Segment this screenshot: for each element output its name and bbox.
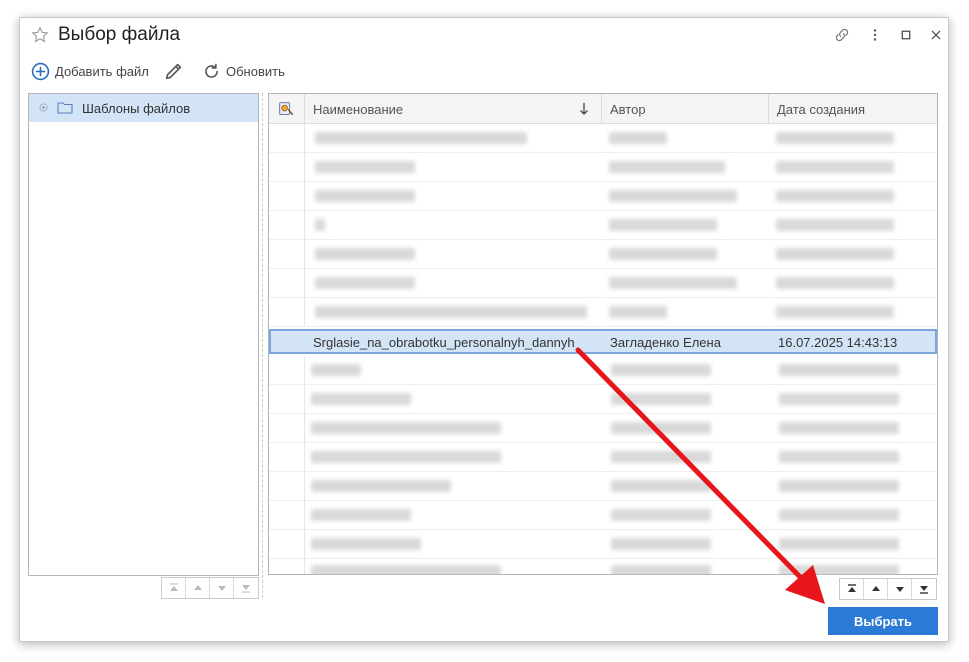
last-icon[interactable]	[234, 578, 258, 598]
cell-author: Загладенко Елена	[610, 335, 721, 350]
select-button[interactable]: Выбрать	[828, 607, 938, 635]
table-row[interactable]	[269, 182, 937, 211]
table-row[interactable]	[269, 414, 937, 443]
column-header-author[interactable]: Автор	[602, 94, 769, 124]
toolbar: Добавить файл Обновить	[20, 58, 948, 84]
refresh-button[interactable]: Обновить	[202, 58, 285, 84]
up-icon[interactable]	[864, 579, 888, 599]
more-icon[interactable]	[866, 26, 884, 44]
add-icon	[31, 62, 50, 80]
pencil-icon	[165, 63, 182, 80]
title-bar: Выбор файла	[20, 18, 948, 54]
table-row[interactable]	[269, 153, 937, 182]
up-icon[interactable]	[186, 578, 210, 598]
file-picker-dialog: Выбор файла Добавить файл Обновить Шабло…	[19, 17, 949, 642]
down-icon[interactable]	[888, 579, 912, 599]
close-icon[interactable]	[927, 26, 945, 44]
table-header: Наименование Автор Дата создания	[269, 94, 937, 124]
tree-item-label: Шаблоны файлов	[82, 101, 191, 116]
table-row-selected[interactable]: Srglasie_na_obrabotku_personalnyh_dannyh…	[269, 329, 937, 354]
cell-name: Srglasie_na_obrabotku_personalnyh_dannyh	[313, 335, 575, 350]
edit-button[interactable]	[163, 58, 190, 84]
expand-icon[interactable]	[39, 103, 48, 112]
tree-item-file-templates[interactable]: Шаблоны файлов	[29, 94, 258, 122]
table-row[interactable]	[269, 124, 937, 153]
first-icon[interactable]	[162, 578, 186, 598]
table-row[interactable]	[269, 240, 937, 269]
panel-splitter[interactable]	[262, 93, 263, 598]
table-row[interactable]	[269, 501, 937, 530]
file-settings-icon	[279, 102, 294, 116]
link-icon[interactable]	[833, 26, 851, 44]
table-row[interactable]	[269, 269, 937, 298]
dialog-title: Выбор файла	[58, 24, 181, 45]
icon-column-header[interactable]	[269, 94, 305, 124]
table-row[interactable]	[269, 559, 937, 574]
table-row[interactable]	[269, 298, 937, 327]
table-row[interactable]	[269, 356, 937, 385]
table-row[interactable]	[269, 472, 937, 501]
tree-nav	[161, 577, 259, 599]
first-icon[interactable]	[840, 579, 864, 599]
table-row[interactable]	[269, 530, 937, 559]
files-table: Наименование Автор Дата создания Srglasi…	[268, 93, 938, 575]
column-header-name[interactable]: Наименование	[305, 94, 602, 124]
maximize-icon[interactable]	[897, 26, 915, 44]
star-icon[interactable]	[30, 25, 50, 45]
add-file-label: Добавить файл	[55, 63, 149, 79]
down-icon[interactable]	[210, 578, 234, 598]
refresh-label: Обновить	[226, 63, 285, 79]
refresh-icon	[205, 63, 218, 78]
cell-created: 16.07.2025 14:43:13	[778, 335, 898, 350]
last-icon[interactable]	[912, 579, 936, 599]
column-header-created[interactable]: Дата создания	[769, 94, 937, 124]
folder-tree: Шаблоны файлов	[28, 93, 259, 576]
folder-icon	[57, 102, 73, 114]
table-row[interactable]	[269, 443, 937, 472]
table-row[interactable]	[269, 211, 937, 240]
add-file-button[interactable]: Добавить файл	[31, 58, 149, 84]
table-row[interactable]	[269, 385, 937, 414]
table-nav	[839, 578, 937, 600]
sort-down-icon	[580, 103, 588, 115]
